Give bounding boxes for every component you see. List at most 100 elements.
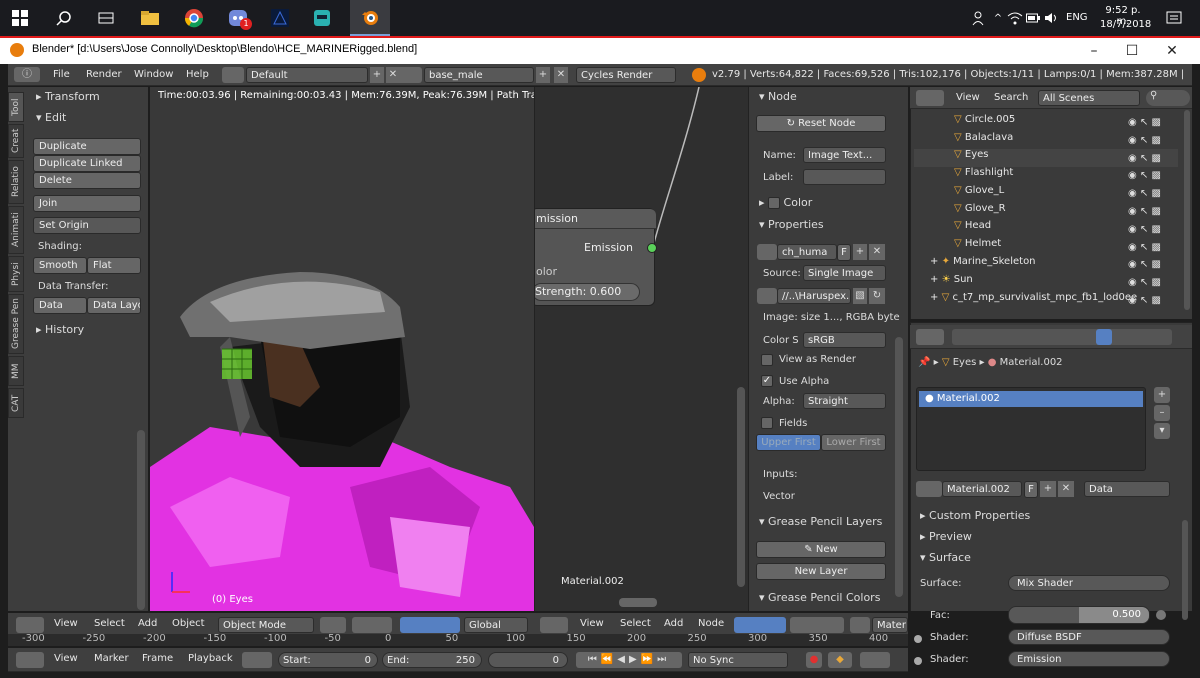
start-frame-field[interactable]: Start: 0 xyxy=(278,652,378,668)
windows-start-icon[interactable] xyxy=(6,4,34,32)
join-button[interactable]: Join xyxy=(33,195,141,212)
view-as-render-checkbox[interactable] xyxy=(761,354,773,366)
fake-user-button[interactable]: F xyxy=(837,244,851,261)
material-name-field[interactable]: Material.002 xyxy=(942,481,1022,497)
timeline-editor-type-icon[interactable] xyxy=(16,652,44,668)
node-menu-add[interactable]: Add xyxy=(664,613,683,635)
slot-specials-icon[interactable]: ▾ xyxy=(1154,423,1170,439)
upper-first-button[interactable]: Upper First xyxy=(756,434,821,451)
pin-icon[interactable]: 📌 xyxy=(918,357,930,368)
game-app-icon[interactable] xyxy=(266,4,294,32)
discord-icon[interactable]: 1 xyxy=(224,4,252,32)
use-alpha-checkbox[interactable]: ✓ xyxy=(761,375,773,387)
duplicate-button[interactable]: Duplicate xyxy=(33,138,141,155)
pivot-icon[interactable] xyxy=(352,617,392,633)
object-mode-select[interactable]: Object Mode xyxy=(218,617,314,633)
surface-shader-select[interactable]: Mix Shader xyxy=(1008,575,1170,591)
node-editor[interactable]: mission Emission olor Strength: 0.600 Ma… xyxy=(534,87,748,611)
toolshelf-scrollbar[interactable] xyxy=(137,430,145,610)
node-tree-type-icons[interactable] xyxy=(734,617,786,633)
outliner-menu-view[interactable]: View xyxy=(956,87,980,109)
shading-mode-icon[interactable] xyxy=(320,617,346,633)
tab-mm[interactable]: MM xyxy=(8,356,24,386)
mask-app-icon[interactable] xyxy=(308,4,336,32)
preview-panel-header[interactable]: ▸ Preview xyxy=(920,530,972,543)
fields-checkbox[interactable] xyxy=(761,417,773,429)
tab-tool[interactable]: Tool xyxy=(8,92,24,122)
action-center-icon[interactable] xyxy=(1160,4,1188,32)
menu-file[interactable]: File xyxy=(53,64,70,86)
remove-slot-icon[interactable]: – xyxy=(1154,405,1170,421)
layout-field[interactable]: Default xyxy=(246,67,368,83)
node-name-field[interactable]: Image Text... xyxy=(803,147,886,163)
keying-icon[interactable]: ◆ xyxy=(828,652,852,668)
node-menu-view[interactable]: View xyxy=(580,613,604,635)
sync-mode-select[interactable]: No Sync xyxy=(688,652,788,668)
menu-render[interactable]: Render xyxy=(86,64,122,86)
fac-slider[interactable]: 0.500 xyxy=(1008,606,1150,624)
menu-window[interactable]: Window xyxy=(134,64,173,86)
material-fake-user-button[interactable]: F xyxy=(1024,481,1038,498)
new-layer-button[interactable]: New Layer xyxy=(756,563,886,580)
clock-date[interactable]: 18/7/2018 xyxy=(1100,19,1151,30)
layout-grid-icon[interactable] xyxy=(222,67,244,83)
node-menu-node[interactable]: Node xyxy=(698,613,724,635)
surface-panel-header[interactable]: ▾ Surface xyxy=(920,551,971,564)
view3d-editor-type-icon[interactable] xyxy=(16,617,44,633)
lower-first-button[interactable]: Lower First xyxy=(821,434,886,451)
tab-relations[interactable]: Relatio xyxy=(8,160,24,204)
manipulator-icon[interactable] xyxy=(400,617,460,633)
record-icon[interactable]: ● xyxy=(806,652,822,668)
outliner-menu-search[interactable]: Search xyxy=(994,87,1028,109)
info-editor-type-icon[interactable]: ⓘ xyxy=(14,67,40,82)
file-explorer-icon[interactable] xyxy=(136,4,164,32)
outliner-restrict-icons[interactable]: ◉ ↖ ▩ ◉ ↖ ▩ ◉ ↖ ▩ ◉ ↖ ▩ ◉ ↖ ▩ ◉ ↖ ▩ ◉ ↖ ▩ ◉ ↖ ▩… xyxy=(1128,114,1172,310)
outliner-editor-type-icon[interactable] xyxy=(916,90,944,106)
properties-panel-header[interactable]: ▾ Properties xyxy=(759,218,824,231)
emission-output-socket[interactable] xyxy=(647,243,657,253)
close-button[interactable]: ✕ xyxy=(1152,38,1192,64)
reset-node-button[interactable]: ↻ Reset Node xyxy=(756,115,886,132)
search-icon[interactable] xyxy=(50,4,78,32)
add-scene-icon[interactable]: + xyxy=(536,67,550,83)
material-slot-item[interactable]: ● Material.002 xyxy=(919,391,1143,407)
minimize-button[interactable]: – xyxy=(1074,38,1114,64)
timeline-menu-frame[interactable]: Frame xyxy=(142,648,173,670)
maximize-button[interactable]: ☐ xyxy=(1112,38,1152,64)
material-tab-icon[interactable] xyxy=(1096,329,1112,345)
outliner-search-field[interactable]: ⚲ xyxy=(1146,90,1190,106)
shader1-socket-icon[interactable] xyxy=(914,635,922,643)
custom-props-panel-header[interactable]: ▸ Custom Properties xyxy=(920,509,1030,522)
delete-button[interactable]: Delete xyxy=(33,172,141,189)
timeline-menu-view[interactable]: View xyxy=(54,648,78,670)
blender-taskbar-icon[interactable] xyxy=(350,0,390,36)
shader2-socket-icon[interactable] xyxy=(914,657,922,665)
fac-socket-icon[interactable] xyxy=(1156,610,1166,620)
battery-icon[interactable] xyxy=(1024,4,1042,32)
emission-node[interactable]: mission Emission olor Strength: 0.600 xyxy=(535,208,657,306)
smooth-button[interactable]: Smooth xyxy=(33,257,87,274)
shader1-select[interactable]: Diffuse BSDF xyxy=(1008,629,1170,645)
viewport-menu-object[interactable]: Object xyxy=(172,613,205,635)
timeline-menu-playback[interactable]: Playback xyxy=(188,648,233,670)
tab-animation[interactable]: Animati xyxy=(8,206,24,254)
unlink-image-icon[interactable]: ✕ xyxy=(869,244,885,260)
node-editor-vscroll[interactable] xyxy=(737,387,745,587)
viewport-menu-add[interactable]: Add xyxy=(138,613,157,635)
properties-scrollbar[interactable] xyxy=(1182,520,1188,620)
source-select[interactable]: Single Image xyxy=(803,265,886,281)
outliner-scrollbar[interactable] xyxy=(1184,110,1190,310)
unlink-material-icon[interactable]: ✕ xyxy=(1058,481,1074,497)
material-browse-icon[interactable] xyxy=(850,617,870,633)
scene-field[interactable]: base_male xyxy=(424,67,534,83)
history-panel-header[interactable]: ▸ History xyxy=(36,323,84,336)
wifi-icon[interactable] xyxy=(1006,4,1024,32)
edit-panel-header[interactable]: ▾ Edit xyxy=(36,111,66,124)
strength-field[interactable]: Strength: 0.600 xyxy=(535,283,640,301)
colorspace-select[interactable]: sRGB xyxy=(803,332,886,348)
node-editor-hscroll[interactable] xyxy=(619,598,657,607)
data-button[interactable]: Data xyxy=(33,297,87,314)
tab-create[interactable]: Creat xyxy=(8,124,24,158)
volume-icon[interactable] xyxy=(1042,4,1060,32)
node-menu-select[interactable]: Select xyxy=(620,613,651,635)
